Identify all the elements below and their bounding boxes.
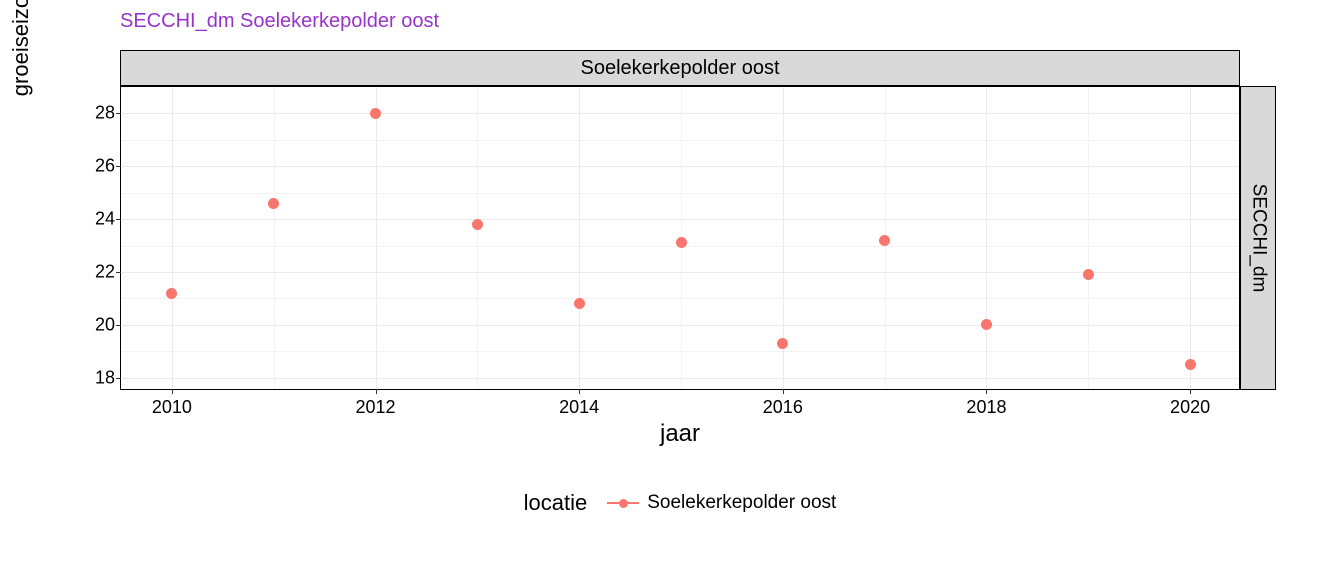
tick-mark-y — [116, 166, 121, 167]
x-axis-label: jaar — [120, 420, 1240, 448]
gridline-x — [172, 87, 173, 389]
y-axis-label-line1: groeiseizoen gemiddeld — [8, 0, 33, 96]
gridline-x — [579, 87, 580, 389]
y-tick-label: 20 — [75, 314, 115, 335]
tick-mark-y — [116, 113, 121, 114]
data-point — [981, 319, 992, 330]
y-axis-label-line2: dm — [34, 0, 60, 120]
legend: locatie Soelekerkepolder oost — [120, 490, 1240, 516]
facet-strip-top-label: Soelekerkepolder oost — [580, 57, 779, 80]
gridline-y — [121, 219, 1239, 220]
data-point — [574, 298, 585, 309]
legend-glyph-icon — [607, 493, 639, 513]
gridline-y-minor — [121, 298, 1239, 299]
x-tick-label: 2014 — [559, 397, 599, 418]
facet-strip-right: SECCHI_dm — [1240, 86, 1276, 390]
y-tick-label: 22 — [75, 262, 115, 283]
chart-root: SECCHI_dm Soelekerkepolder oost groeisei… — [0, 0, 1344, 576]
legend-title: locatie — [524, 490, 588, 516]
gridline-x-minor — [477, 87, 478, 389]
data-point — [676, 237, 687, 248]
tick-mark-y — [116, 272, 121, 273]
y-tick-label: 18 — [75, 367, 115, 388]
y-tick-label: 24 — [75, 209, 115, 230]
tick-mark-x — [783, 389, 784, 394]
gridline-y — [121, 272, 1239, 273]
tick-mark-y — [116, 378, 121, 379]
gridline-y — [121, 166, 1239, 167]
x-tick-label: 2012 — [356, 397, 396, 418]
plot-area: Soelekerkepolder oost SECCHI_dm 18202224… — [120, 50, 1310, 390]
tick-mark-x — [172, 389, 173, 394]
data-point — [777, 338, 788, 349]
gridline-y-minor — [121, 351, 1239, 352]
tick-mark-x — [376, 389, 377, 394]
tick-mark-x — [579, 389, 580, 394]
y-tick-label: 28 — [75, 103, 115, 124]
gridline-x — [1190, 87, 1191, 389]
x-tick-label: 2018 — [966, 397, 1006, 418]
gridline-y-minor — [121, 193, 1239, 194]
tick-mark-x — [1190, 389, 1191, 394]
y-tick-label: 26 — [75, 156, 115, 177]
tick-mark-y — [116, 325, 121, 326]
data-point — [1185, 359, 1196, 370]
tick-mark-x — [986, 389, 987, 394]
gridline-x — [376, 87, 377, 389]
gridline-y-minor — [121, 140, 1239, 141]
data-point — [166, 288, 177, 299]
data-point — [268, 198, 279, 209]
x-tick-label: 2020 — [1170, 397, 1210, 418]
legend-series-label: Soelekerkepolder oost — [647, 492, 836, 514]
tick-mark-y — [116, 219, 121, 220]
data-point — [1083, 269, 1094, 280]
data-point — [370, 108, 381, 119]
gridline-y — [121, 113, 1239, 114]
gridline-y — [121, 325, 1239, 326]
gridline-y — [121, 378, 1239, 379]
legend-entry: Soelekerkepolder oost — [607, 492, 836, 514]
plot-panel: 182022242628201020122014201620182020 — [120, 86, 1240, 390]
chart-title: SECCHI_dm Soelekerkepolder oost — [120, 10, 439, 33]
data-point — [879, 235, 890, 246]
x-tick-label: 2016 — [763, 397, 803, 418]
gridline-x — [986, 87, 987, 389]
facet-strip-top: Soelekerkepolder oost — [120, 50, 1240, 86]
x-tick-label: 2010 — [152, 397, 192, 418]
y-axis-label: groeiseizoen gemiddeld dm — [8, 0, 60, 120]
facet-strip-right-label: SECCHI_dm — [1247, 184, 1269, 293]
gridline-x-minor — [274, 87, 275, 389]
data-point — [472, 219, 483, 230]
gridline-x-minor — [1088, 87, 1089, 389]
